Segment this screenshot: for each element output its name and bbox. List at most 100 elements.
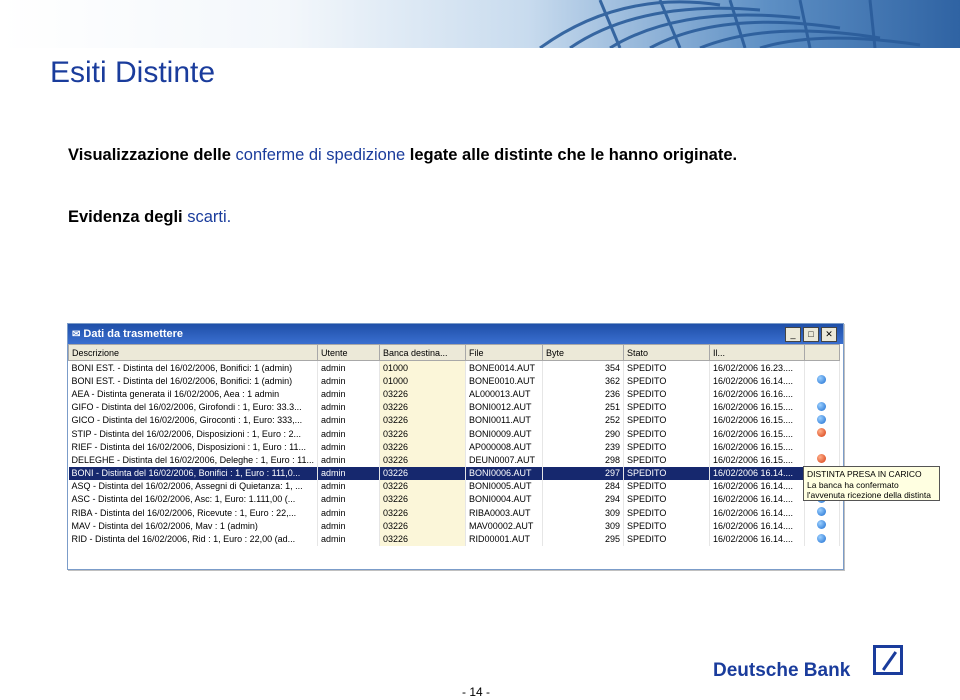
column-header[interactable]: Utente — [316, 344, 380, 361]
error-status-icon[interactable] — [817, 454, 827, 464]
file-cell: BONI0004.AUT — [465, 492, 543, 507]
highlight-text: scarti. — [187, 208, 232, 226]
file-cell: BONE0014.AUT — [465, 360, 543, 375]
description-cell: STIP - Distinta del 16/02/2006, Disposiz… — [68, 426, 318, 441]
minimize-button[interactable]: _ — [785, 327, 801, 342]
info-status-icon[interactable] — [817, 533, 827, 543]
column-header-icon[interactable] — [803, 344, 840, 361]
byte-cell: 239 — [542, 440, 624, 454]
table-row[interactable]: ASQ - Distinta del 16/02/2006, Assegni d… — [68, 479, 840, 493]
tooltip-text: La banca ha confermato — [807, 479, 899, 490]
file-cell: BONE0010.AUT — [465, 374, 543, 388]
file-cell: BONI0006.AUT — [465, 466, 543, 480]
status-cell: SPEDITO — [623, 440, 710, 454]
byte-cell: 362 — [542, 374, 624, 388]
byte-cell: 354 — [542, 360, 624, 375]
window-titlebar[interactable]: ✉ Dati da trasmettere — [68, 324, 843, 344]
bank-cell: 03226 — [379, 506, 466, 520]
status-cell: SPEDITO — [623, 519, 710, 533]
date-cell: 16/02/2006 16.14.... — [709, 532, 805, 546]
table-row[interactable]: AEA - Distinta generata il 16/02/2006, A… — [68, 387, 840, 401]
evidence-line: Evidenza degli scarti. — [68, 208, 231, 227]
user-cell: admin — [317, 360, 380, 375]
table-row[interactable]: STIP - Distinta del 16/02/2006, Disposiz… — [68, 426, 840, 441]
bank-cell: 03226 — [379, 400, 466, 414]
bank-cell: 03226 — [379, 479, 466, 493]
byte-cell: 309 — [542, 519, 624, 533]
byte-cell: 294 — [542, 492, 624, 507]
table-row[interactable]: RID - Distinta del 16/02/2006, Rid : 1, … — [68, 532, 840, 546]
user-cell: admin — [317, 492, 380, 507]
info-status-icon[interactable] — [817, 414, 827, 424]
page-number: - 14 - — [462, 685, 491, 699]
user-cell: admin — [317, 466, 380, 480]
date-cell: 16/02/2006 16.23.... — [709, 360, 805, 375]
description-cell: AEA - Distinta generata il 16/02/2006, A… — [68, 387, 318, 401]
description-cell: RID - Distinta del 16/02/2006, Rid : 1, … — [68, 532, 318, 546]
user-cell: admin — [317, 479, 380, 493]
status-cell: SPEDITO — [623, 479, 710, 493]
description-cell: BONI - Distinta del 16/02/2006, Bonifici… — [68, 466, 318, 480]
error-status-icon[interactable] — [817, 428, 827, 438]
table-row[interactable]: DELEGHE - Distinta del 16/02/2006, Deleg… — [68, 453, 840, 467]
column-header[interactable]: Stato — [622, 344, 710, 361]
column-header[interactable]: Descrizione — [68, 344, 318, 361]
description-line: Visualizzazione delle conferme di spediz… — [68, 146, 737, 165]
file-cell: MAV00002.AUT — [465, 519, 543, 533]
info-status-icon[interactable] — [817, 507, 827, 517]
column-header[interactable]: Byte — [541, 344, 624, 361]
status-cell: SPEDITO — [623, 426, 710, 441]
bank-cell: 03226 — [379, 466, 466, 480]
byte-cell: 298 — [542, 453, 624, 467]
highlight-text: conferme di spedizione — [235, 146, 406, 164]
bank-logo-icon — [873, 645, 903, 675]
date-cell: 16/02/2006 16.14.... — [709, 479, 805, 493]
column-header[interactable]: Banca destina... — [378, 344, 466, 361]
status-cell: SPEDITO — [623, 492, 710, 507]
table-row[interactable]: RIEF - Distinta del 16/02/2006, Disposiz… — [68, 440, 840, 454]
bank-cell: 03226 — [379, 387, 466, 401]
status-tooltip: DISTINTA PRESA IN CARICO La banca ha con… — [803, 466, 940, 501]
info-status-icon[interactable] — [817, 375, 827, 385]
close-button[interactable]: ✕ — [821, 327, 837, 342]
table-row[interactable]: ASC - Distinta del 16/02/2006, Asc: 1, E… — [68, 492, 840, 507]
table-row[interactable]: GICO - Distinta del 16/02/2006, Girocont… — [68, 413, 840, 427]
file-cell: BONI0012.AUT — [465, 400, 543, 414]
window-controls: _ □ ✕ — [785, 327, 837, 342]
description-cell: GIFO - Distinta del 16/02/2006, Girofond… — [68, 400, 318, 414]
table-row[interactable]: BONI - Distinta del 16/02/2006, Bonifici… — [68, 466, 840, 480]
column-header[interactable]: File — [464, 344, 543, 361]
date-cell: 16/02/2006 16.14.... — [709, 466, 805, 480]
status-icon-cell — [804, 519, 840, 533]
date-cell: 16/02/2006 16.16.... — [709, 387, 805, 401]
maximize-button[interactable]: □ — [803, 327, 819, 342]
status-cell: SPEDITO — [623, 506, 710, 520]
description-cell: MAV - Distinta del 16/02/2006, Mav : 1 (… — [68, 519, 318, 533]
status-cell: SPEDITO — [623, 466, 710, 480]
info-status-icon[interactable] — [817, 520, 827, 530]
user-cell: admin — [317, 400, 380, 414]
byte-cell: 290 — [542, 426, 624, 441]
tooltip-title: DISTINTA PRESA IN CARICO — [807, 469, 922, 479]
table-row[interactable]: BONI EST. - Distinta del 16/02/2006, Bon… — [68, 374, 840, 388]
byte-cell: 309 — [542, 506, 624, 520]
text-part: Visualizzazione delle — [68, 146, 236, 164]
table-row[interactable]: BONI EST. - Distinta del 16/02/2006, Bon… — [68, 360, 840, 375]
bank-cell: 03226 — [379, 413, 466, 427]
bank-cell: 01000 — [379, 374, 466, 388]
table-row[interactable]: RIBA - Distinta del 16/02/2006, Ricevute… — [68, 506, 840, 520]
byte-cell: 295 — [542, 532, 624, 546]
column-header[interactable]: Il... — [708, 344, 805, 361]
status-cell: SPEDITO — [623, 360, 710, 375]
status-icon-cell — [804, 360, 840, 375]
file-cell: DEUN0007.AUT — [465, 453, 543, 467]
file-cell: BONI0009.AUT — [465, 426, 543, 441]
table-row[interactable]: GIFO - Distinta del 16/02/2006, Girofond… — [68, 400, 840, 414]
description-cell: RIEF - Distinta del 16/02/2006, Disposiz… — [68, 440, 318, 454]
bank-name: Deutsche Bank — [713, 660, 851, 681]
table-row[interactable]: MAV - Distinta del 16/02/2006, Mav : 1 (… — [68, 519, 840, 533]
description-cell: BONI EST. - Distinta del 16/02/2006, Bon… — [68, 360, 318, 375]
info-status-icon[interactable] — [817, 401, 827, 411]
status-cell: SPEDITO — [623, 532, 710, 546]
tooltip-text: l'avvenuta ricezione della distinta — [807, 490, 932, 500]
